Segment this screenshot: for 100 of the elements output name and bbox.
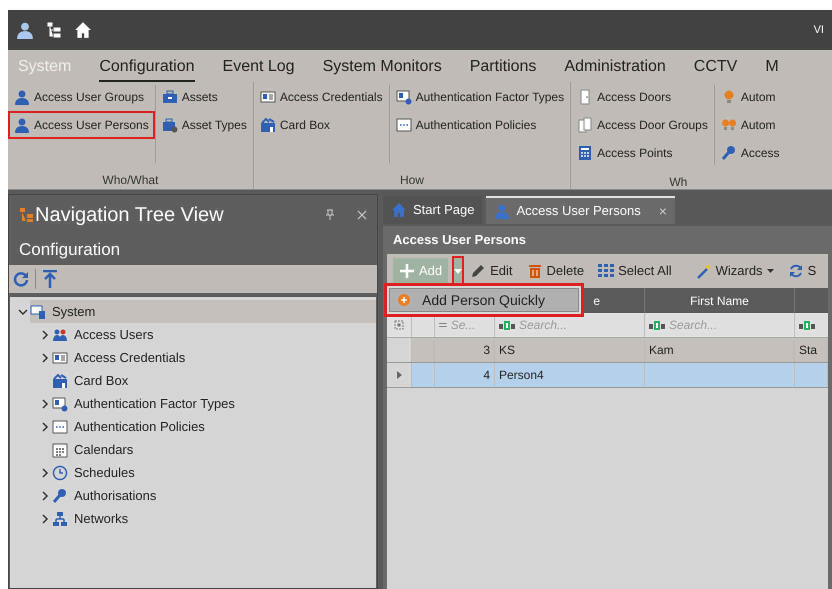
text-filter-icon	[799, 320, 815, 330]
ribbon-button[interactable]: Access User Groups	[10, 85, 153, 109]
document-tab[interactable]: Access User Persons ×	[486, 196, 675, 224]
chevron-right-icon[interactable]	[40, 468, 50, 478]
ribbon-button[interactable]: Autom	[716, 85, 784, 109]
key-icon	[720, 145, 737, 161]
menu-item[interactable]: Add Person Quickly	[389, 288, 579, 312]
person-icon	[14, 117, 30, 133]
pin-icon[interactable]	[325, 209, 335, 221]
chevron-right-icon[interactable]	[40, 490, 50, 500]
table-row[interactable]: 4 Person4	[387, 363, 828, 388]
table-cell: 4	[435, 363, 495, 387]
document-tab[interactable]: Start Page	[383, 196, 482, 224]
table-cell: Person4	[495, 363, 645, 387]
id-card-gear-icon	[52, 396, 68, 412]
home-icon	[74, 21, 92, 39]
group-label: How	[398, 172, 425, 189]
close-icon[interactable]	[357, 210, 367, 220]
tree-item[interactable]: Access Credentials	[52, 346, 194, 369]
ellipsis-box-icon	[396, 117, 412, 133]
ribbon-tab[interactable]: CCTV	[694, 54, 738, 82]
tree-item[interactable]: Calendars	[52, 438, 142, 461]
tree-item[interactable]: Authentication Factor Types	[52, 392, 243, 415]
tree-item[interactable]: Authentication Policies	[52, 415, 213, 438]
select-all-button[interactable]: Select All	[592, 258, 678, 284]
ribbon-tab[interactable]: Event Log	[222, 54, 295, 82]
keypad-icon	[577, 145, 594, 161]
edit-button[interactable]: Edit	[464, 258, 519, 284]
ellipsis-box-icon	[52, 418, 68, 434]
tree-item[interactable]: Access Users	[52, 323, 162, 346]
ribbon-button[interactable]: Access Doors	[573, 85, 712, 109]
id-card-icon	[52, 350, 68, 366]
pencil-icon	[470, 263, 486, 279]
people-icon	[52, 326, 68, 342]
table-cell: 3	[435, 338, 495, 362]
tree-item[interactable]: System	[30, 300, 376, 323]
network-icon	[52, 510, 68, 526]
table-cell: Sta	[795, 338, 828, 362]
chevron-right-icon[interactable]	[40, 398, 50, 408]
refresh-button[interactable]: S	[782, 258, 822, 284]
filter-field[interactable]: Search...	[519, 316, 640, 334]
ribbon-tab[interactable]: Administration	[564, 54, 666, 82]
caret-icon	[454, 268, 462, 274]
person-icon	[14, 89, 30, 105]
briefcase-icon	[162, 89, 178, 105]
chevron-right-icon[interactable]	[40, 422, 50, 432]
panel-subtitle: Configuration	[18, 239, 122, 262]
refresh-icon[interactable]	[13, 271, 29, 287]
add-circle-icon	[398, 294, 410, 306]
ribbon-button[interactable]: Access	[716, 141, 784, 165]
text-filter-icon	[649, 320, 665, 330]
tree-item[interactable]: Schedules	[52, 461, 143, 484]
chevron-down-icon[interactable]	[18, 306, 28, 316]
tree-item[interactable]: Authorisations	[52, 484, 164, 507]
equals-icon	[439, 322, 447, 328]
ribbon-button[interactable]: Assets	[158, 85, 251, 109]
filter-field[interactable]: Se...	[450, 316, 490, 334]
tree-icon[interactable]	[46, 22, 62, 38]
table-row[interactable]: 3 KS Kam Sta	[387, 338, 828, 363]
chevron-right-icon[interactable]	[40, 330, 50, 340]
computers-icon	[30, 304, 46, 320]
chevron-right-icon[interactable]	[40, 514, 50, 524]
chevron-right-icon[interactable]	[40, 352, 50, 362]
clock-icon	[52, 464, 68, 480]
group-label: Who/What	[101, 172, 160, 189]
ribbon-button[interactable]: Authentication Policies	[392, 113, 568, 137]
person-icon	[16, 21, 34, 39]
upload-icon[interactable]	[42, 270, 58, 288]
ribbon-tab[interactable]: Partitions	[470, 54, 536, 82]
ribbon-button[interactable]: Asset Types	[158, 113, 251, 137]
table-cell: Kam	[645, 338, 795, 362]
ribbon-button[interactable]: Authentication Factor Types	[392, 85, 568, 109]
dropdown-button[interactable]	[454, 258, 462, 284]
tree-item[interactable]: Card Box	[52, 369, 136, 392]
key-icon	[52, 488, 68, 504]
trash-icon	[526, 263, 543, 279]
filter-field[interactable]: Search...	[669, 316, 790, 334]
briefcase-gear-icon	[162, 117, 178, 133]
delete-button[interactable]: Delete	[520, 258, 590, 284]
ribbon-button[interactable]: Access Credentials	[256, 85, 387, 109]
ribbon-button[interactable]: Access Door Groups	[573, 113, 712, 137]
tree-item[interactable]: Networks	[52, 507, 136, 530]
caret-icon	[766, 269, 774, 273]
group-label: Wh	[668, 174, 688, 191]
table-cell: KS	[495, 338, 645, 362]
ribbon-button[interactable]: Card Box	[256, 113, 387, 137]
ribbon-tab[interactable]: System Monitors	[322, 54, 442, 82]
current-row-icon	[396, 371, 402, 379]
window-title: VI	[814, 22, 824, 38]
wizards-button[interactable]: Wizards	[690, 258, 780, 284]
ribbon-button[interactable]: Access User Persons	[10, 113, 153, 137]
filter-row-icon	[394, 320, 404, 330]
row-indicator[interactable]	[387, 363, 412, 387]
doors-icon	[577, 117, 594, 133]
magic-wand-icon	[696, 263, 712, 279]
id-card-gear-icon	[396, 89, 412, 105]
tree-icon	[19, 207, 33, 223]
ribbon-tab[interactable]: M	[765, 54, 779, 82]
ribbon-button[interactable]: Access Points	[573, 141, 712, 165]
ribbon-button[interactable]: Autom	[716, 113, 784, 137]
